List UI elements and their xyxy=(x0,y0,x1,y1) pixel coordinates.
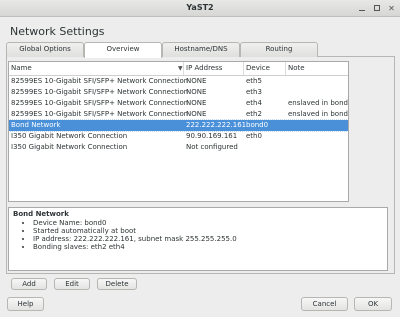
cell-name: Bond Network xyxy=(11,121,61,129)
cancel-button-label: Cancel xyxy=(312,300,337,308)
cell-device: eth0 xyxy=(246,132,262,140)
details-title: Bond Network xyxy=(13,210,69,218)
network-table[interactable]: Name ▼ IP Address Device Note 82599ES 10… xyxy=(8,61,349,202)
tab-hostname-dns[interactable]: Hostname/DNS xyxy=(162,42,240,57)
add-button[interactable]: Add xyxy=(11,278,47,290)
help-button[interactable]: Help xyxy=(7,297,44,311)
tab-label: Routing xyxy=(265,45,293,53)
edit-button-label: Edit xyxy=(65,280,79,288)
cell-note: enslaved in bond0 xyxy=(288,110,349,118)
add-button-label: Add xyxy=(22,280,36,288)
cell-name: 82599ES 10-Gigabit SFI/SFP+ Network Conn… xyxy=(11,77,189,85)
column-header-note[interactable]: Note xyxy=(288,64,305,72)
column-separator[interactable] xyxy=(243,62,244,75)
ok-button[interactable]: OK xyxy=(354,297,392,311)
cell-name: 82599ES 10-Gigabit SFI/SFP+ Network Conn… xyxy=(11,110,189,118)
tab-label: Global Options xyxy=(19,45,71,53)
cell-name: I350 Gigabit Network Connection xyxy=(11,143,128,151)
window-title: YaST2 xyxy=(186,3,214,12)
details-item: IP address: 222.222.222.161, subnet mask… xyxy=(33,235,237,243)
tab-label: Overview xyxy=(106,45,140,53)
edit-button[interactable]: Edit xyxy=(54,278,90,290)
help-button-label: Help xyxy=(17,300,34,308)
cell-device: bond0 xyxy=(246,121,269,129)
table-row[interactable]: 82599ES 10-Gigabit SFI/SFP+ Network Conn… xyxy=(9,87,348,98)
cell-device: eth3 xyxy=(246,88,262,96)
sort-down-icon[interactable]: ▼ xyxy=(178,65,183,72)
tab-bar: Global Options Overview Hostname/DNS Rou… xyxy=(6,42,396,58)
maximize-icon[interactable] xyxy=(372,4,381,13)
cell-ip: Not configured xyxy=(186,143,238,151)
table-row[interactable]: 82599ES 10-Gigabit SFI/SFP+ Network Conn… xyxy=(9,98,348,109)
cell-name: 82599ES 10-Gigabit SFI/SFP+ Network Conn… xyxy=(11,88,189,96)
column-header-ip[interactable]: IP Address xyxy=(186,64,222,72)
cell-device: eth2 xyxy=(246,110,262,118)
details-panel: Bond Network Device Name: bond0 Started … xyxy=(8,207,388,271)
table-row[interactable]: I350 Gigabit Network Connection Not conf… xyxy=(9,142,348,153)
cell-ip: NONE xyxy=(186,110,207,118)
cell-device: eth5 xyxy=(246,77,262,85)
column-separator[interactable] xyxy=(285,62,286,75)
cancel-button[interactable]: Cancel xyxy=(301,297,348,311)
delete-button[interactable]: Delete xyxy=(97,278,137,290)
yast-window: YaST2 ✕ Network Settings Global Options … xyxy=(0,0,400,317)
title-bar[interactable]: YaST2 ✕ xyxy=(0,0,400,17)
cell-ip: 222.222.222.161 xyxy=(186,121,247,129)
tab-global-options[interactable]: Global Options xyxy=(6,42,84,57)
delete-button-label: Delete xyxy=(105,280,129,288)
tab-routing[interactable]: Routing xyxy=(240,42,318,57)
cell-ip: NONE xyxy=(186,77,207,85)
details-item: Bonding slaves: eth2 eth4 xyxy=(33,243,237,251)
page-title: Network Settings xyxy=(10,25,105,38)
tab-label: Hostname/DNS xyxy=(174,45,228,53)
cell-device: eth4 xyxy=(246,99,262,107)
ok-button-label: OK xyxy=(367,300,379,308)
column-header-device[interactable]: Device xyxy=(246,64,270,72)
details-list: Device Name: bond0 Started automatically… xyxy=(23,219,237,251)
cell-ip: NONE xyxy=(186,99,207,107)
close-icon[interactable]: ✕ xyxy=(387,4,396,13)
table-row[interactable]: 82599ES 10-Gigabit SFI/SFP+ Network Conn… xyxy=(9,76,348,87)
column-header-name[interactable]: Name xyxy=(11,64,32,72)
table-row[interactable]: 82599ES 10-Gigabit SFI/SFP+ Network Conn… xyxy=(9,109,348,120)
table-row[interactable]: I350 Gigabit Network Connection 90.90.16… xyxy=(9,131,348,142)
cell-note: enslaved in bond0 xyxy=(288,99,349,107)
details-item: Device Name: bond0 xyxy=(33,219,237,227)
cell-name: I350 Gigabit Network Connection xyxy=(11,132,128,140)
cell-name: 82599ES 10-Gigabit SFI/SFP+ Network Conn… xyxy=(11,99,189,107)
tab-overview[interactable]: Overview xyxy=(84,42,162,58)
details-item: Started automatically at boot xyxy=(33,227,237,235)
cell-ip: 90.90.169.161 xyxy=(186,132,238,140)
cell-ip: NONE xyxy=(186,88,207,96)
column-separator[interactable] xyxy=(183,62,184,75)
minimize-icon[interactable] xyxy=(357,4,366,13)
table-row-selected[interactable]: Bond Network 222.222.222.161 bond0 xyxy=(9,119,348,132)
table-header: Name ▼ IP Address Device Note xyxy=(9,62,348,76)
